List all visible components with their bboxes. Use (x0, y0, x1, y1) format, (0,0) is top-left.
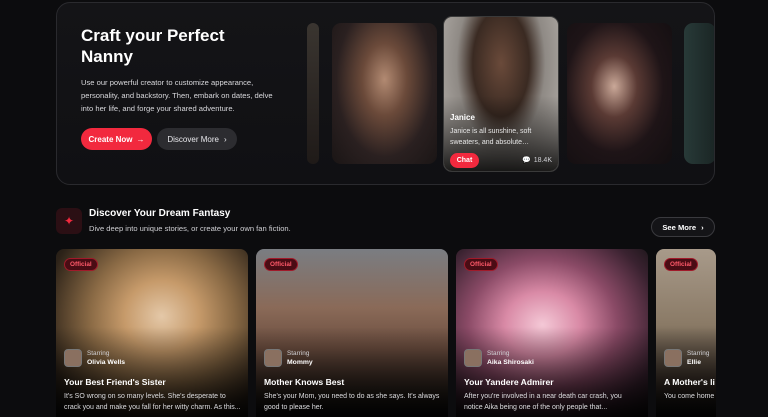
official-badge: Official (264, 258, 298, 271)
chat-bubbles-icon: 💬 (521, 157, 531, 164)
story-card[interactable]: Official Starring Aika Shirosaki Your Ya… (456, 249, 648, 417)
chat-button[interactable]: Chat (450, 153, 479, 168)
section-subtitle: Dive deep into unique stories, or create… (89, 224, 291, 233)
carousel-card[interactable] (567, 23, 672, 164)
story-description: You come home chaos of the day (664, 393, 716, 400)
story-description: She's your Mom, you need to do as she sa… (264, 393, 440, 411)
hero-description: Use our powerful creator to customize ap… (81, 78, 273, 113)
chevron-right-icon: › (223, 134, 227, 144)
story-title: Your Best Friend's Sister (64, 377, 166, 387)
starring-name: Ellie (687, 359, 701, 366)
starring-name: Aika Shirosaki (487, 359, 534, 366)
story-card[interactable]: Official Starring Olivia Wells Your Best… (56, 249, 248, 417)
avatar (464, 349, 482, 367)
chat-count: 💬 18.4K (521, 156, 552, 165)
featured-description: Janice is all sunshine, soft sweaters, a… (450, 128, 532, 146)
story-card-partial[interactable]: Official Starring Ellie A Mother's li Yo… (656, 249, 716, 417)
carousel-card-partial-left[interactable] (307, 23, 319, 164)
starring-name: Olivia Wells (87, 359, 126, 366)
official-badge: Official (664, 258, 698, 271)
story-title: A Mother's li (664, 377, 715, 387)
card-shade (656, 327, 716, 417)
hero-title: Craft your Perfect Nanny (81, 26, 225, 66)
official-badge: Official (464, 258, 498, 271)
starring-label: Starring (87, 350, 110, 357)
story-title: Mother Knows Best (264, 377, 345, 387)
starring-label: Starring (687, 350, 710, 357)
create-now-label: Create Now (88, 134, 133, 144)
chevron-right-icon: › (701, 222, 704, 232)
carousel-card-featured[interactable]: Janice Janice is all sunshine, soft swea… (443, 16, 559, 172)
page: Craft your Perfect Nanny Use our powerfu… (0, 0, 768, 417)
featured-name: Janice (450, 113, 475, 122)
see-more-label: See More (662, 222, 697, 232)
story-card[interactable]: Official Starring Mommy Mother Knows Bes… (256, 249, 448, 417)
story-description: After you're involved in a near death ca… (464, 393, 622, 411)
starring-label: Starring (287, 350, 310, 357)
starring-name: Mommy (287, 359, 313, 366)
story-description: It's SO wrong on so many levels. She's d… (64, 393, 241, 411)
create-now-button[interactable]: Create Now → (81, 128, 152, 150)
discover-more-label: Discover More (167, 134, 219, 144)
avatar (664, 349, 682, 367)
see-more-button[interactable]: See More › (651, 217, 715, 237)
official-badge: Official (64, 258, 98, 271)
discover-more-button[interactable]: Discover More › (157, 128, 237, 150)
avatar (264, 349, 282, 367)
carousel-card-partial-right[interactable] (684, 23, 714, 164)
story-title: Your Yandere Admirer (464, 377, 554, 387)
avatar (64, 349, 82, 367)
sparkle-icon: ✦ (56, 208, 82, 234)
chat-count-value: 18.4K (533, 156, 552, 164)
arrow-right-icon: → (136, 134, 145, 144)
hero-banner: Craft your Perfect Nanny Use our powerfu… (56, 2, 715, 185)
starring-label: Starring (487, 350, 510, 357)
section-title: Discover Your Dream Fantasy (89, 208, 231, 219)
carousel-card[interactable] (332, 23, 437, 164)
